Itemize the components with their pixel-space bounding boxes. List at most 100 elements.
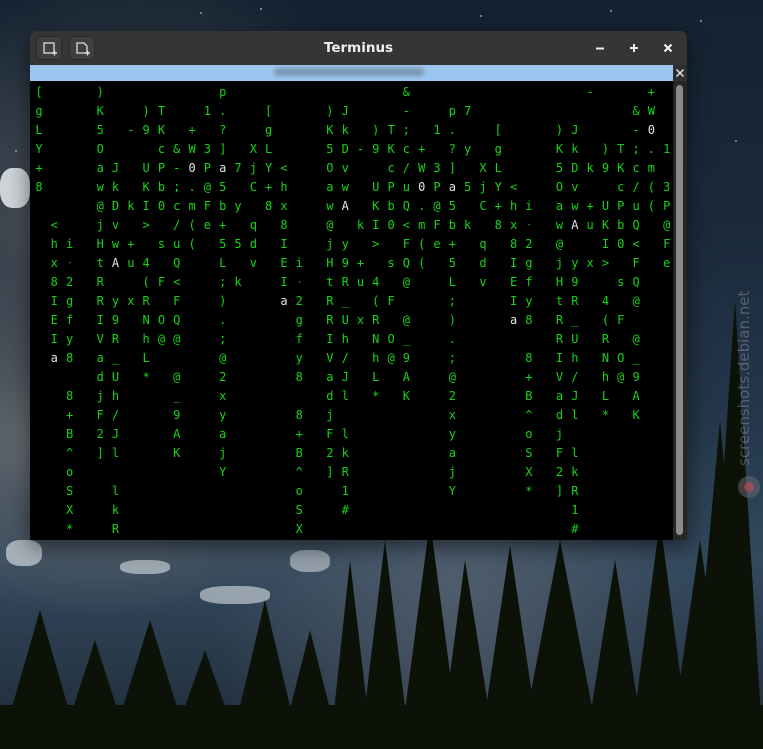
terminal-glyph: l <box>571 408 579 422</box>
terminal-glyph: & <box>173 142 181 156</box>
terminal-glyph: a <box>96 351 104 365</box>
terminal-glyph: 8 <box>65 389 74 403</box>
maximize-button[interactable] <box>626 40 642 56</box>
terminal-glyph: 3 <box>433 161 441 175</box>
terminal-glyph: ^ <box>295 465 303 479</box>
terminal-tab[interactable] <box>30 65 673 81</box>
terminal-glyph: _ <box>402 332 411 346</box>
terminal-glyph: K <box>387 142 395 156</box>
terminal-glyph: @ <box>203 180 211 194</box>
terminal-glyph: w <box>555 218 564 232</box>
terminal-glyph: c <box>402 142 411 156</box>
split-terminal-button[interactable] <box>69 36 95 60</box>
terminal-scrollbar[interactable] <box>673 81 687 540</box>
terminal-glyph: 3 <box>203 142 211 156</box>
terminal-glyph: b <box>219 199 227 213</box>
terminal-glyph: 2 <box>295 294 303 308</box>
terminal-glyph: u <box>127 256 135 270</box>
terminal-glyph: L <box>219 256 227 270</box>
terminal-glyph: E <box>280 256 288 270</box>
terminal-glyph: h <box>142 332 150 346</box>
terminal-glyph: f <box>525 275 533 289</box>
terminal-glyph: c <box>632 161 640 175</box>
terminal-glyph: a <box>555 199 564 213</box>
terminal-glyph: 4 <box>372 275 380 289</box>
terminal-glyph: + <box>586 199 594 213</box>
terminal-glyph: R <box>111 332 120 346</box>
scrollbar-thumb[interactable] <box>676 85 683 535</box>
terminal-glyph: & <box>632 104 640 118</box>
terminal-glyph: @ <box>402 275 411 289</box>
terminal-glyph: + <box>188 123 196 137</box>
terminal-glyph: - <box>586 85 594 99</box>
terminal-output[interactable]: [g L Y +8 < h x 8 I E Ia i ᐧ 2 g f y 8 8 + B ^ o S X *) K 5 Oa w @ j Ht R… <box>30 81 673 540</box>
terminal-glyph: Q <box>173 313 181 327</box>
terminal-glyph: + <box>494 199 502 213</box>
terminal-glyph: X <box>525 465 533 479</box>
new-terminal-tab-icon <box>43 42 57 56</box>
terminal-glyph: a <box>96 161 104 175</box>
terminal-glyph: Y <box>219 465 227 479</box>
terminal-glyph: U <box>142 161 150 175</box>
terminal-glyph: P <box>387 180 395 194</box>
tab-close-button[interactable] <box>673 65 687 81</box>
terminal-glyph: j <box>555 427 564 441</box>
terminal-glyph: ) <box>326 104 334 118</box>
terminal-glyph: 5 <box>96 123 104 137</box>
terminal-glyph: 8 <box>525 351 533 365</box>
terminal-glyph: 8 <box>295 370 303 384</box>
terminal-glyph: X <box>295 522 303 536</box>
terminal-glyph: h <box>341 332 349 346</box>
terminal-glyph: / <box>402 161 411 175</box>
terminal-glyph: k <box>341 446 349 460</box>
terminal-glyph: ( <box>601 313 610 327</box>
terminal-glyph: 0 <box>617 237 625 251</box>
terminal-glyph: e <box>203 218 211 232</box>
terminal-glyph: V <box>555 370 564 384</box>
close-button[interactable] <box>660 40 676 56</box>
terminal-glyph: 8 <box>35 180 43 194</box>
terminal-glyph: E <box>50 313 58 327</box>
terminal-glyph: ( <box>647 180 655 194</box>
terminal-glyph: H <box>326 256 334 270</box>
terminal-glyph: Q <box>402 199 411 213</box>
terminal-glyph: ( <box>188 218 196 232</box>
terminal-glyph: < <box>173 275 181 289</box>
terminal-glyph: f <box>295 332 303 346</box>
terminal-glyph: u <box>632 199 640 213</box>
terminal-glyph: L <box>601 389 610 403</box>
terminal-glyph: R <box>326 294 334 308</box>
terminal-glyph: j <box>219 446 227 460</box>
minimize-button[interactable] <box>592 40 608 56</box>
terminal-glyph: ] <box>326 465 334 479</box>
terminal-glyph: @ <box>663 218 671 232</box>
terminal-glyph: 0 <box>188 161 196 175</box>
terminal-glyph: @ <box>219 351 227 365</box>
terminal-glyph: v <box>479 275 487 289</box>
terminal-glyph: k <box>464 218 472 232</box>
terminal-glyph: K <box>96 104 104 118</box>
terminal-glyph: K <box>617 161 625 175</box>
terminal-glyph: i <box>65 237 74 251</box>
terminal-glyph: u <box>586 218 594 232</box>
terminal-glyph: ) <box>142 104 150 118</box>
terminal-glyph: K <box>402 389 411 403</box>
terminal-glyph: T <box>157 104 166 118</box>
terminal-glyph: b <box>387 199 395 213</box>
terminal-glyph: . <box>219 104 227 118</box>
terminal-glyph: @ <box>157 332 166 346</box>
terminal-glyph: y <box>295 351 303 365</box>
terminal-glyph: 5 <box>326 142 334 156</box>
terminal-glyph: p <box>448 104 456 118</box>
terminal-glyph: ᐧ <box>68 256 72 270</box>
terminal-glyph: E <box>509 275 518 289</box>
terminal-glyph: * <box>65 522 74 536</box>
terminal-glyph: o <box>295 484 303 498</box>
terminal-glyph: < <box>280 161 288 175</box>
new-tab-button[interactable] <box>36 36 62 60</box>
terminal-glyph: a <box>280 294 288 308</box>
terminal-glyph: @ <box>96 199 104 213</box>
terminal-glyph: _ <box>173 389 181 403</box>
terminal-glyph: D <box>111 199 120 213</box>
terminal-glyph: 9 <box>142 123 150 137</box>
